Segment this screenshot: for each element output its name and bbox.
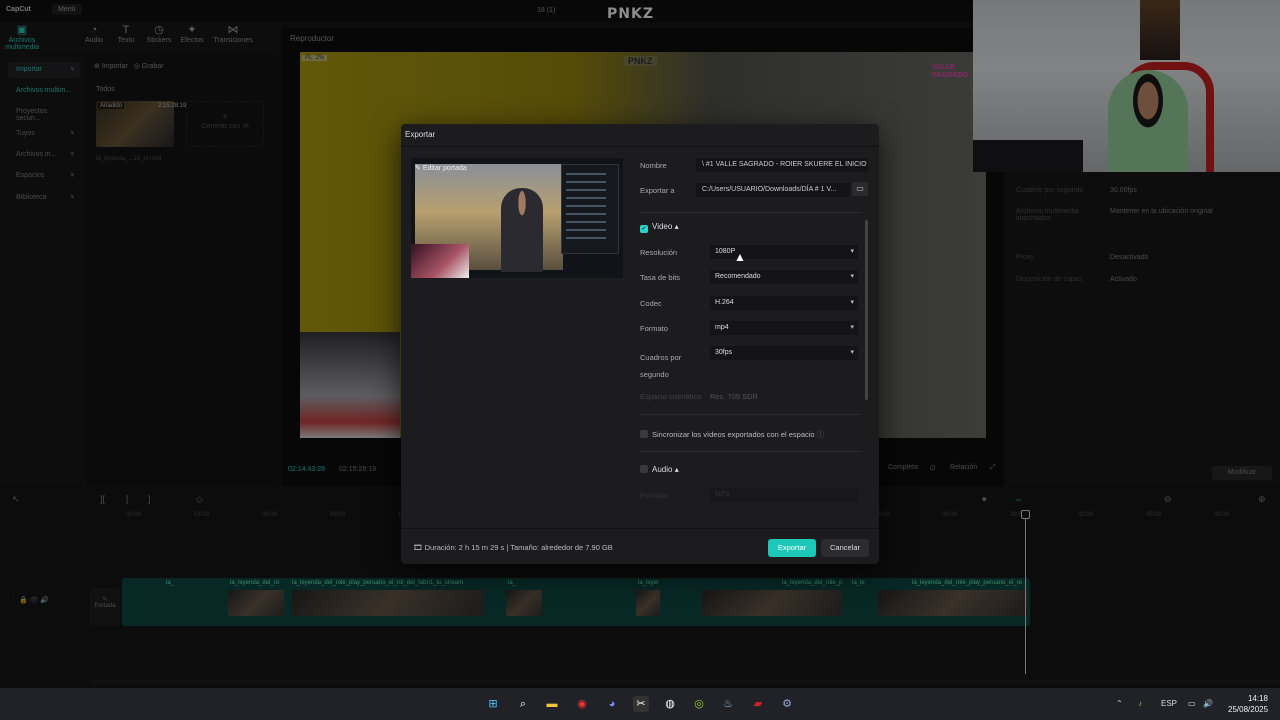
- film-icon: 🎞: [413, 543, 423, 552]
- folder-icon[interactable]: ▭: [852, 182, 868, 196]
- capcut-window: CapCut Menú 18 (1) PNKZ ▣ Archivos multim…: [0, 0, 1280, 688]
- gear-icon[interactable]: ⚙: [779, 696, 795, 712]
- edit-cover-button[interactable]: ✎ Editar portada: [415, 164, 467, 172]
- audio-section-toggle[interactable]: Audio ▴: [640, 465, 679, 474]
- chevron-down-icon: ▾: [850, 248, 854, 255]
- fps-select[interactable]: 30fps ▾: [710, 346, 858, 360]
- volume-icon[interactable]: 🔊: [1203, 699, 1213, 708]
- discord-icon[interactable]: ◕: [604, 696, 620, 712]
- windows-start-icon[interactable]: ⊞: [485, 696, 501, 712]
- language-indicator[interactable]: ESP: [1161, 699, 1177, 708]
- resolution-select[interactable]: 1080P ▾: [710, 245, 858, 259]
- name-input[interactable]: \ #1 VALLE SAGRADO - ROIER SKUERE EL INI…: [696, 158, 868, 172]
- tray-chevron-icon[interactable]: ⌃: [1116, 699, 1123, 708]
- format-select[interactable]: mp4 ▾: [710, 321, 858, 335]
- chevron-up-icon: ▴: [674, 222, 679, 231]
- network-icon[interactable]: ▭: [1188, 699, 1196, 708]
- codec-label: Codec: [640, 299, 662, 308]
- chevron-down-icon: ▾: [850, 349, 854, 356]
- chevron-down-icon: ▾: [850, 299, 854, 306]
- bitrate-label: Tasa de bits: [640, 273, 681, 282]
- obs-icon[interactable]: ◍: [662, 696, 678, 712]
- chevron-up-icon: ▴: [674, 465, 679, 474]
- chevron-down-icon: ▾: [850, 324, 854, 331]
- dialog-footer: 🎞 Duración: 2 h 15 m 29 s | Tamaño: alre…: [401, 528, 879, 564]
- chrome-icon[interactable]: ◉: [574, 696, 590, 712]
- export-dialog: Exportar ✎ Editar portada Nombre \ #1 VA…: [401, 124, 879, 564]
- color-space-label: Espacio cromático: [640, 392, 702, 401]
- color-space-value: Rec. 709 SDR: [710, 392, 758, 401]
- bitrate-select[interactable]: Recomendado ▾: [710, 270, 858, 284]
- fps-label: Cuadros por segundo: [640, 353, 682, 379]
- mic-icon[interactable]: ♪: [1138, 699, 1142, 708]
- folder-icon[interactable]: ▬: [544, 696, 560, 712]
- cancel-button[interactable]: Cancelar: [821, 539, 869, 557]
- game-icon[interactable]: ▰: [750, 696, 766, 712]
- format-label: Formato: [640, 324, 668, 333]
- cover-preview[interactable]: ✎ Editar portada: [411, 158, 623, 278]
- resolution-label: Resolución: [640, 248, 678, 257]
- audio-format-select[interactable]: MP3: [710, 488, 858, 502]
- export-to-label: Exportar a: [640, 186, 675, 195]
- search-icon[interactable]: ⌕: [515, 696, 531, 712]
- sync-toggle[interactable]: Sincronizar los vídeos exportados con el…: [640, 429, 824, 440]
- dialog-title: Exportar: [405, 130, 436, 139]
- video-section-toggle[interactable]: ✓ Video ▴: [640, 222, 679, 233]
- video-checkbox[interactable]: ✓: [640, 225, 648, 233]
- export-button[interactable]: Exportar: [768, 539, 816, 557]
- dialog-scrollbar[interactable]: [865, 220, 868, 400]
- sync-checkbox[interactable]: [640, 430, 648, 438]
- export-info: 🎞 Duración: 2 h 15 m 29 s | Tamaño: alre…: [413, 543, 613, 552]
- audio-format-label: Formato: [640, 491, 668, 500]
- info-icon: ⓘ: [816, 430, 825, 439]
- export-path-input[interactable]: C:/Users/USUARIO/Downloads/DÍA # 1 V...: [696, 183, 850, 197]
- chevron-down-icon: ▾: [850, 273, 854, 280]
- codec-select[interactable]: H.264 ▾: [710, 296, 858, 310]
- name-label: Nombre: [640, 161, 667, 170]
- app-icon[interactable]: ◎: [691, 696, 707, 712]
- steam-icon[interactable]: ♨: [720, 696, 736, 712]
- audio-checkbox[interactable]: [640, 465, 648, 473]
- windows-taskbar: ⊞ ⌕ ▬ ◉ ◕ ✂ ◍ ◎ ♨ ▰ ⚙ ⌃ ♪ ESP ▭ 🔊 14:18 2…: [0, 688, 1280, 720]
- capcut-icon[interactable]: ✂: [633, 696, 649, 712]
- mouse-cursor: ▲: [734, 250, 746, 264]
- clock[interactable]: 14:18 25/08/2025: [1228, 693, 1268, 715]
